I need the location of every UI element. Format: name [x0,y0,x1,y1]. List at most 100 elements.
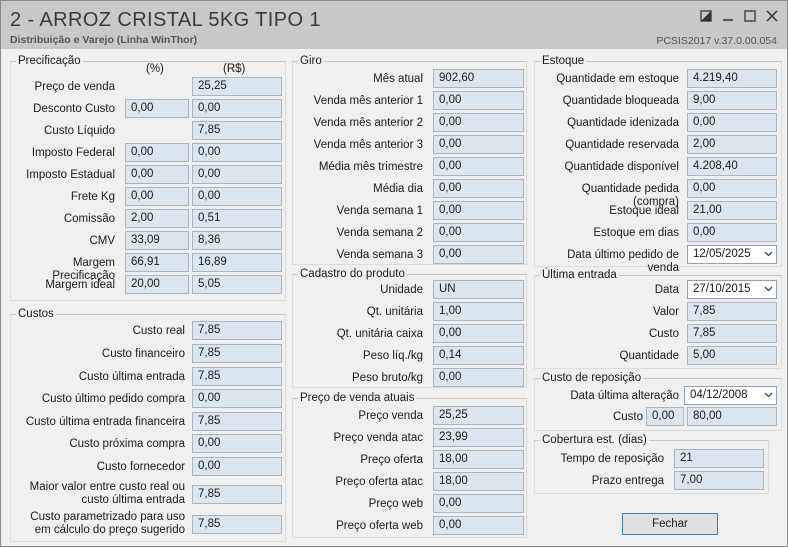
precificacao-percent-field[interactable]: 0,00 [125,143,189,162]
precos-label: Preço oferta atac [335,476,423,488]
minimize-icon[interactable] [720,9,736,25]
restore-icon[interactable] [698,9,714,25]
estoque-field[interactable]: 21,00 [687,201,777,220]
ultima-entrada-field[interactable]: 5,00 [687,346,777,365]
precificacao-rs-field[interactable]: 7,85 [192,121,282,140]
estoque-label: Quantidade disponível [564,161,679,173]
custos-field[interactable]: 0,00 [192,434,282,453]
giro-field[interactable]: 0,00 [433,91,524,110]
precificacao-percent-field[interactable]: 0,00 [125,99,189,118]
giro-field[interactable]: 0,00 [433,223,524,242]
ultima-entrada-field[interactable]: 7,85 [687,324,777,343]
estoque-select[interactable]: 12/05/2025 [687,245,777,264]
close-icon[interactable] [764,9,780,25]
custos-field[interactable]: 7,85 [192,412,282,431]
estoque-select-value: 12/05/2025 [693,248,751,260]
estoque-field[interactable]: 2,00 [687,135,777,154]
ultima-entrada-select[interactable]: 27/10/2015 [687,280,777,299]
precificacao-percent-field[interactable]: 20,00 [125,275,189,294]
custos-label-line2: em cálculo do preço sugerido [34,524,185,536]
estoque-field[interactable]: 0,00 [687,223,777,242]
chevron-down-icon[interactable] [764,249,773,261]
close-button[interactable]: Fechar [622,513,718,535]
ultima-entrada-label: Custo [648,328,679,340]
estoque-field[interactable]: 4.208,40 [687,157,777,176]
precificacao-percent-field[interactable]: 0,00 [125,187,189,206]
precificacao-label: Preço de venda [34,81,115,93]
precificacao-percent-field[interactable]: 0,00 [125,165,189,184]
giro-field[interactable]: 0,00 [433,179,524,198]
precificacao-rs-field[interactable]: 0,00 [192,143,282,162]
column-header-rs: (R$) [223,63,246,75]
reposicao-custo-field[interactable]: 80,00 [687,407,777,426]
giro-label: Venda mês anterior 2 [313,117,423,129]
group-title: Precificação [16,55,83,68]
precos-field[interactable]: 25,25 [433,406,524,425]
precos-field[interactable]: 0,00 [433,494,524,513]
precos-field[interactable]: 0,00 [433,516,524,535]
giro-field[interactable]: 902,60 [433,69,524,88]
cadastro-field[interactable]: 0,14 [433,346,524,365]
maximize-icon[interactable] [742,9,758,25]
custos-field[interactable]: 7,85 [192,485,282,504]
giro-field[interactable]: 0,00 [433,135,524,154]
chevron-down-icon[interactable] [764,390,773,402]
ultima-entrada-field[interactable]: 7,85 [687,302,777,321]
estoque-field[interactable]: 0,00 [687,113,777,132]
reposicao-custo-pct-field[interactable]: 0,00 [646,407,684,426]
custos-field[interactable]: 7,85 [192,321,282,340]
custos-label: Custo última entrada [78,371,185,383]
precificacao-rs-field[interactable]: 0,00 [192,165,282,184]
reposicao-custo-label: Custo [612,411,643,423]
custos-label: Custo último pedido compra [41,393,185,405]
precificacao-rs-field[interactable]: 5,05 [192,275,282,294]
cadastro-label: Peso líq./kg [362,350,423,362]
giro-label: Média mês trimestre [318,161,423,173]
cadastro-field[interactable]: UN [433,280,524,299]
giro-label: Média dia [373,183,423,195]
custos-field[interactable]: 0,00 [192,389,282,408]
precos-field[interactable]: 18,00 [433,472,524,491]
giro-field[interactable]: 0,00 [433,245,524,264]
custos-field[interactable]: 7,85 [192,367,282,386]
cobertura-field[interactable]: 7,00 [674,471,764,490]
precificacao-percent-field[interactable]: 33,09 [125,231,189,250]
group-title: Cadastro do produto [298,268,407,281]
precificacao-rs-field[interactable]: 0,00 [192,187,282,206]
cadastro-field[interactable]: 0,00 [433,368,524,387]
cobertura-field[interactable]: 21 [674,449,764,468]
estoque-field[interactable]: 4.219,40 [687,69,777,88]
precos-label: Preço oferta web [336,520,423,532]
custos-field[interactable]: 7,85 [192,344,282,363]
precificacao-rs-field[interactable]: 0,00 [192,99,282,118]
giro-field[interactable]: 0,00 [433,201,524,220]
chevron-down-icon[interactable] [764,284,773,296]
giro-label: Venda semana 1 [336,205,423,217]
cadastro-field[interactable]: 0,00 [433,324,524,343]
product-window: 2 - ARROZ CRISTAL 5KG TIPO 1 Distribuiçã… [0,0,788,547]
estoque-label: Estoque ideal [609,205,679,217]
precificacao-rs-field[interactable]: 0,51 [192,209,282,228]
estoque-field[interactable]: 0,00 [687,179,777,198]
precos-field[interactable]: 23,99 [433,428,524,447]
precificacao-rs-field[interactable]: 8,36 [192,231,282,250]
precificacao-percent-field[interactable]: 2,00 [125,209,189,228]
custos-field[interactable]: 0,00 [192,457,282,476]
precificacao-rs-field[interactable]: 25,25 [192,77,282,96]
precos-field[interactable]: 18,00 [433,450,524,469]
ultima-entrada-select-value: 27/10/2015 [693,283,751,295]
ultima-entrada-label: Quantidade [619,350,679,362]
precificacao-percent-field[interactable]: 66,91 [125,253,189,272]
giro-field[interactable]: 0,00 [433,157,524,176]
title-bar: 2 - ARROZ CRISTAL 5KG TIPO 1 Distribuiçã… [1,1,787,49]
precificacao-rs-field[interactable]: 16,89 [192,253,282,272]
estoque-field[interactable]: 9,00 [687,91,777,110]
giro-field[interactable]: 0,00 [433,113,524,132]
precos-label: Preço venda atac [333,432,423,444]
precificacao-label: Frete Kg [70,191,115,203]
reposicao-data-select[interactable]: 04/12/2008 [684,386,777,405]
cadastro-field[interactable]: 1,00 [433,302,524,321]
ultima-entrada-label: Data [654,284,679,296]
custos-field[interactable]: 7,85 [192,515,282,534]
custos-label: Custo fornecedor [96,461,185,473]
